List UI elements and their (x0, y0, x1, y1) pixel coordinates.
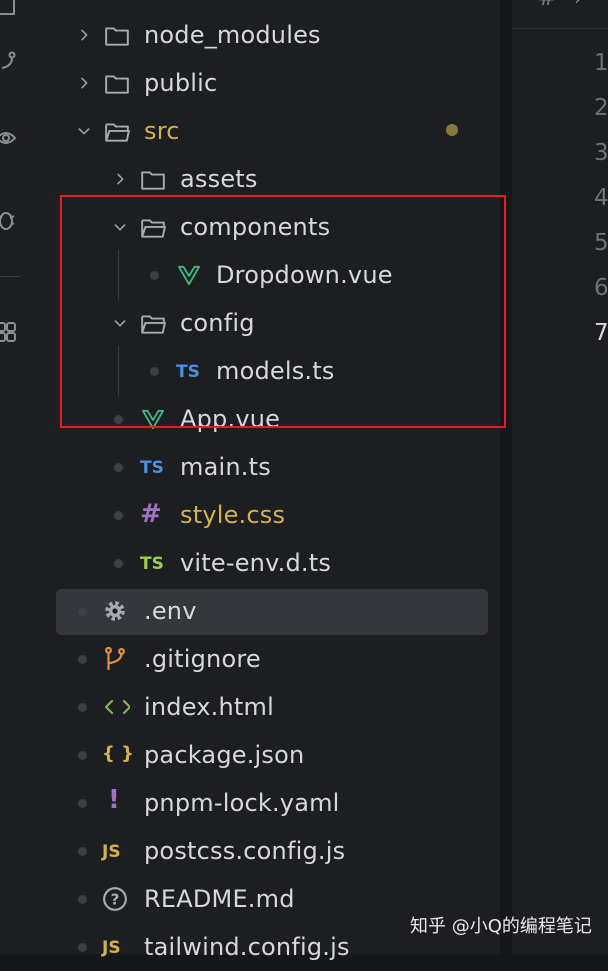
file-dot (78, 847, 87, 856)
chevron-down-icon[interactable] (76, 123, 92, 139)
json-icon: { } (102, 743, 134, 764)
git-branch-icon (105, 646, 125, 670)
line-number: 7 (594, 320, 608, 346)
tree-item[interactable]: { } package.json (44, 731, 500, 779)
file-dot (78, 751, 87, 760)
line-number: 2 (594, 95, 608, 121)
svg-text:?: ? (111, 890, 120, 908)
gear-icon (105, 601, 125, 621)
html-icon (104, 699, 130, 715)
folder-open-icon (105, 123, 130, 142)
tree-item[interactable]: TS main.ts (44, 443, 500, 491)
run-debug-icon[interactable] (0, 126, 18, 150)
extensions-icon[interactable] (0, 320, 18, 344)
typescript-icon: TS (140, 554, 164, 574)
panel-divider[interactable] (500, 0, 512, 954)
tree-item[interactable]: src (44, 107, 500, 155)
editor-tab-bar: # › (512, 0, 608, 29)
tree-item[interactable]: .env (44, 587, 500, 635)
tree-item-label: vite-env.d.ts (180, 549, 332, 577)
modified-indicator (446, 124, 458, 136)
tree-item[interactable]: .gitignore (44, 635, 500, 683)
chevron-right-icon[interactable] (76, 75, 92, 91)
tree-item[interactable]: node_modules (44, 11, 500, 59)
tree-item[interactable]: TS vite-env.d.ts (44, 539, 500, 587)
tree-item-label: package.json (144, 741, 305, 769)
tree-item-label: tailwind.config.js (144, 933, 350, 961)
files-icon[interactable] (0, 0, 18, 16)
tree-item-label: index.html (144, 693, 274, 721)
file-dot (78, 895, 87, 904)
line-number: 3 (594, 140, 608, 166)
tree-item-label: style.css (180, 501, 286, 529)
tab-hash-icon: # (538, 0, 556, 11)
tree-item-label: public (144, 69, 218, 97)
line-number: 1 (594, 50, 608, 76)
chevron-right-icon[interactable] (112, 171, 128, 187)
folder-icon (105, 27, 129, 46)
line-number: 4 (594, 185, 608, 211)
file-dot (78, 607, 87, 616)
tree-item-label: main.ts (180, 453, 271, 481)
activity-separator (0, 276, 20, 277)
css-icon: # (140, 499, 162, 529)
file-dot (114, 511, 123, 520)
tree-item[interactable]: ! pnpm-lock.yaml (44, 779, 500, 827)
tree-item-label: .env (144, 597, 197, 625)
tree-item-label: README.md (144, 885, 295, 913)
tree-item-label: pnpm-lock.yaml (144, 789, 340, 817)
file-dot (78, 655, 87, 664)
folder-icon (105, 75, 129, 94)
tree-item[interactable]: # style.css (44, 491, 500, 539)
file-dot (78, 943, 87, 952)
readme-icon: ? (103, 887, 127, 911)
line-number: 6 (594, 275, 608, 301)
tree-item-label: .gitignore (144, 645, 261, 673)
tree-item-label: node_modules (144, 21, 321, 49)
tree-item[interactable]: public (44, 59, 500, 107)
yaml-icon: ! (108, 785, 120, 815)
line-number: 5 (594, 230, 608, 256)
tab-chevron-icon: › (574, 0, 583, 11)
tree-item[interactable]: JS postcss.config.js (44, 827, 500, 875)
javascript-icon: JS (102, 938, 121, 958)
activity-bar (0, 0, 44, 954)
tree-item-label: assets (180, 165, 258, 193)
file-dot (78, 703, 87, 712)
bug-icon[interactable] (0, 208, 18, 232)
typescript-icon: TS (140, 458, 164, 478)
file-dot (78, 799, 87, 808)
source-control-icon[interactable] (0, 50, 18, 74)
chevron-right-icon[interactable] (76, 27, 92, 43)
javascript-icon: JS (102, 842, 121, 862)
file-dot (114, 463, 123, 472)
tree-item[interactable]: index.html (44, 683, 500, 731)
tree-item-label: postcss.config.js (144, 837, 346, 865)
annotation-highlight-box (60, 195, 506, 428)
watermark: 知乎 @小Q的编程笔记 (410, 916, 592, 937)
folder-icon (141, 171, 165, 190)
tree-item-label: src (144, 117, 180, 145)
file-dot (114, 559, 123, 568)
